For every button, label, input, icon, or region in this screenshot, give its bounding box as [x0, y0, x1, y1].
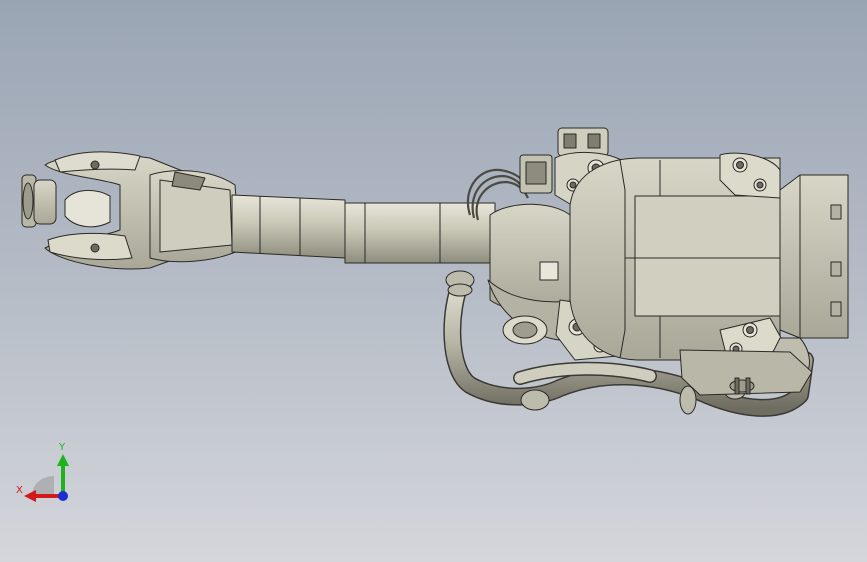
- x-axis-label: X: [16, 485, 23, 496]
- coordinate-triad: Y X: [10, 440, 80, 510]
- cad-viewport[interactable]: Y X: [0, 0, 867, 562]
- robot-arm-model[interactable]: [0, 0, 867, 562]
- gearbox: [679, 349, 813, 396]
- forearm-housing: [149, 170, 241, 263]
- axis-triad-graphic: [24, 454, 69, 502]
- arm-tube: [231, 194, 496, 264]
- wrist-flange: [21, 174, 57, 228]
- y-axis-label: Y: [59, 442, 66, 453]
